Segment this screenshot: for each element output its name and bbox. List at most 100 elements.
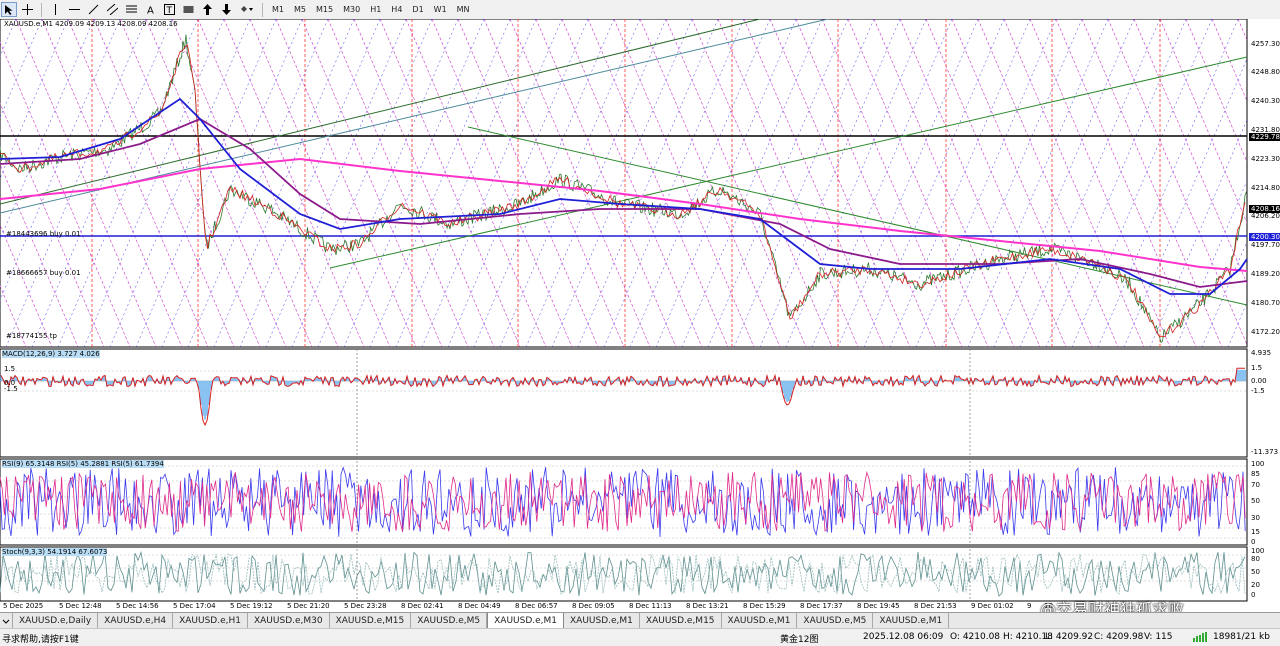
status-low: L: 4209.92 bbox=[1045, 632, 1094, 642]
chart-canvas[interactable] bbox=[0, 19, 1280, 612]
rsi-scale-label: 30 bbox=[1251, 514, 1260, 522]
time-axis-label: 5 Dec 14:56 bbox=[116, 602, 159, 610]
stoch-scale-label: 80 bbox=[1251, 555, 1260, 563]
tab-chart[interactable]: XAUUSD.e,M1 bbox=[722, 613, 798, 629]
vertical-line-tool-icon[interactable] bbox=[47, 2, 64, 17]
price-scale-label: 4223.30 bbox=[1251, 155, 1280, 163]
timeframe-h1-button[interactable]: H1 bbox=[366, 2, 385, 17]
horizontal-line-tool-icon[interactable] bbox=[66, 2, 83, 17]
price-scale-label: 4172.20 bbox=[1251, 328, 1280, 336]
cursor-tool-icon[interactable] bbox=[1, 2, 17, 17]
time-axis-label: 8 Dec 09:05 bbox=[572, 602, 615, 610]
time-axis-label: 8 Dec 06:57 bbox=[515, 602, 558, 610]
macd-scale-label: 1.5 bbox=[1251, 364, 1263, 372]
timeframe-mn-button[interactable]: MN bbox=[453, 2, 474, 17]
tab-chart-active[interactable]: XAUUSD.e,M1 bbox=[487, 613, 565, 629]
status-help-text: 寻求帮助,请按F1键 bbox=[2, 635, 79, 645]
time-axis-label: 5 Dec 21:20 bbox=[287, 602, 330, 610]
timeframe-h4-button[interactable]: H4 bbox=[387, 2, 406, 17]
status-volume: V: 115 bbox=[1144, 632, 1173, 642]
chart-header-label: XAUUSD.e,M1 4209.09 4209.13 4208.09 4208… bbox=[4, 20, 178, 28]
tab-chart[interactable]: XAUUSD.e,M1 bbox=[873, 613, 950, 629]
tabs-scroll-icon[interactable] bbox=[0, 613, 13, 629]
timeframe-m30-button[interactable]: M30 bbox=[339, 2, 364, 17]
connection-bars-icon bbox=[1193, 632, 1209, 645]
macd-left-scale-label: 1.5 bbox=[4, 365, 16, 373]
time-axis-label: 5 Dec 2025 bbox=[3, 602, 44, 610]
text-tool-icon[interactable]: A bbox=[142, 2, 159, 17]
svg-text:A: A bbox=[147, 6, 154, 16]
time-axis-label: 5 Dec 19:12 bbox=[230, 602, 273, 610]
tab-chart[interactable]: XAUUSD.e,Daily bbox=[13, 613, 99, 629]
stoch-scale-label: 20 bbox=[1251, 581, 1260, 589]
status-bar: 寻求帮助,请按F1键 黄金12图 2025.12.08 06:09 O: 421… bbox=[0, 628, 1280, 646]
tab-chart[interactable]: XAUUSD.e,H1 bbox=[173, 613, 248, 629]
chart-window[interactable]: XAUUSD.e,M1 4209.09 4209.13 4208.09 4208… bbox=[0, 19, 1280, 612]
rsi-scale-label: 50 bbox=[1251, 497, 1260, 505]
fibonacci-tool-icon[interactable] bbox=[123, 2, 140, 17]
text-label-tool-icon[interactable]: T bbox=[161, 2, 178, 17]
time-axis-label: 5 Dec 17:04 bbox=[173, 602, 216, 610]
tab-chart[interactable]: XAUUSD.e,M1 bbox=[564, 613, 640, 629]
status-traffic: 18981/21 kb bbox=[1213, 632, 1270, 642]
stoch-scale-label: 50 bbox=[1251, 568, 1260, 576]
timeframe-d1-button[interactable]: D1 bbox=[408, 2, 427, 17]
time-axis-label: 9 bbox=[1027, 602, 1032, 610]
status-open: O: 4210.08 bbox=[950, 632, 1001, 642]
timeframe-w1-button[interactable]: W1 bbox=[430, 2, 451, 17]
price-scale-label: 4189.20 bbox=[1251, 270, 1280, 278]
stoch-scale-label: 100 bbox=[1251, 547, 1265, 555]
tab-chart[interactable]: XAUUSD.e,M5 bbox=[411, 613, 488, 629]
toolbar-separator bbox=[262, 2, 263, 17]
rsi-scale-label: 85 bbox=[1251, 470, 1260, 478]
arrow-down-tool-icon[interactable] bbox=[218, 2, 235, 17]
rsi-label: RSI(9) 65.3148 RSI(5) 45.2881 RSI(5) 61.… bbox=[2, 460, 164, 468]
time-axis-label: 8 Dec 13:21 bbox=[686, 602, 729, 610]
time-axis-label: 5 Dec 23:28 bbox=[344, 602, 387, 610]
time-axis-label: 8 Dec 19:45 bbox=[857, 602, 900, 610]
price-scale-label: 4197.70 bbox=[1251, 241, 1280, 249]
macd-scale-label: -1.5 bbox=[1251, 387, 1265, 395]
toolbar-separator bbox=[41, 2, 42, 17]
macd-scale-label: -11.373 bbox=[1251, 448, 1279, 456]
price-scale-label: 4180.70 bbox=[1251, 299, 1280, 307]
time-axis-label: 9 Dec 01:02 bbox=[971, 602, 1014, 610]
time-axis-label: 8 Dec 21:53 bbox=[914, 602, 957, 610]
stoch-label: Stoch(9,3,3) 54.1914 67.6073 bbox=[2, 548, 108, 556]
order-label: #18443696 buy 0.01 bbox=[6, 230, 81, 238]
stoch-scale-label: 0 bbox=[1251, 591, 1256, 599]
tab-chart[interactable]: XAUUSD.e,M15 bbox=[330, 613, 412, 629]
timeframe-m5-button[interactable]: M5 bbox=[290, 2, 310, 17]
rsi-scale-label: 0 bbox=[1251, 538, 1256, 546]
arrow-up-tool-icon[interactable] bbox=[199, 2, 216, 17]
tab-chart[interactable]: XAUUSD.e,M15 bbox=[640, 613, 722, 629]
timeframe-m1-button[interactable]: M1 bbox=[268, 2, 288, 17]
blue-line-price-tag: 4200.30 bbox=[1249, 233, 1280, 241]
time-axis-label: 5 Dec 12:48 bbox=[59, 602, 102, 610]
rectangle-tool-icon[interactable] bbox=[180, 2, 197, 17]
price-scale-label: 4248.80 bbox=[1251, 68, 1280, 76]
tab-chart[interactable]: XAUUSD.e,M30 bbox=[248, 613, 330, 629]
rsi-scale-label: 100 bbox=[1251, 460, 1265, 468]
status-close: C: 4209.98 bbox=[1094, 632, 1144, 642]
time-axis-label: 8 Dec 11:13 bbox=[629, 602, 672, 610]
chart-tabs-bar: XAUUSD.e,Daily XAUUSD.e,H4 XAUUSD.e,H1 X… bbox=[0, 612, 1280, 629]
channel-tool-icon[interactable] bbox=[104, 2, 121, 17]
macd-scale-label: 0.00 bbox=[1251, 377, 1267, 385]
shapes-dropdown-icon[interactable] bbox=[237, 2, 257, 17]
order-label: #18774155 tp bbox=[6, 332, 57, 340]
status-profile[interactable]: 黄金12图 bbox=[780, 632, 818, 645]
tab-chart[interactable]: XAUUSD.e,H4 bbox=[98, 613, 174, 629]
time-axis-label: 8 Dec 04:49 bbox=[458, 602, 501, 610]
tab-chart[interactable]: XAUUSD.e,M5 bbox=[797, 613, 874, 629]
timeframe-m15-button[interactable]: M15 bbox=[312, 2, 337, 17]
trendline-tool-icon[interactable] bbox=[85, 2, 102, 17]
time-axis-label: 8 Dec 15:29 bbox=[743, 602, 786, 610]
macd-label: MACD(12,26,9) 3.727 4.026 bbox=[2, 350, 100, 358]
price-scale-label: 4240.30 bbox=[1251, 97, 1280, 105]
chart-toolbar: A T M1 M5 M15 M30 H1 H4 D1 W1 MN bbox=[0, 0, 1280, 20]
current-price-tag: 4208.16 bbox=[1249, 205, 1280, 213]
crosshair-tool-icon[interactable] bbox=[19, 2, 36, 17]
rsi-scale-label: 70 bbox=[1251, 481, 1260, 489]
status-datetime: 2025.12.08 06:09 bbox=[863, 632, 944, 642]
